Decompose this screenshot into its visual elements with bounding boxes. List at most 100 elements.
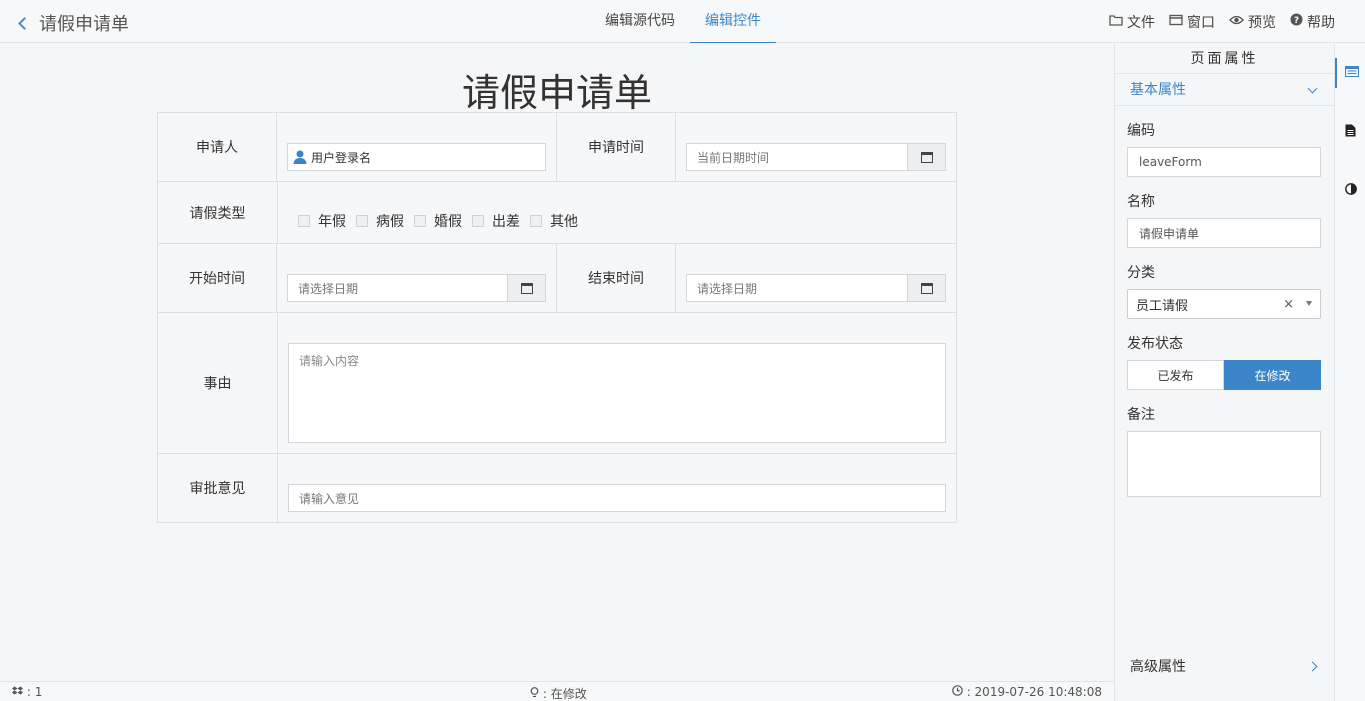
form-row-dates: 开始时间 请选择日期 结束时间 请选择日期: [158, 244, 956, 313]
help-label: 帮助: [1307, 14, 1335, 31]
basic-properties-label: 基本属性: [1130, 82, 1186, 98]
category-field: 分类 员工请假 ×: [1115, 262, 1334, 319]
checkbox-box[interactable]: [472, 215, 484, 227]
name-field: 名称 请假申请单: [1115, 191, 1334, 248]
window-menu-label: 窗口: [1187, 14, 1215, 31]
checkbox-business-trip[interactable]: 出差: [472, 211, 520, 231]
checkbox-label: 其他: [550, 214, 578, 230]
list-icon: [1344, 65, 1359, 81]
svg-text:?: ?: [1294, 16, 1299, 26]
tab-edit-controls[interactable]: 编辑控件: [690, 0, 776, 43]
publish-toggle: 已发布 在修改: [1127, 360, 1321, 390]
applicant-cell: 用户登录名: [277, 113, 557, 181]
user-icon: [292, 149, 308, 165]
chevron-left-icon: [18, 16, 31, 30]
opinion-label: 审批意见: [158, 454, 278, 522]
top-bar: 请假申请单 编辑源代码 编辑控件 文件 窗口 预览 ? 帮助: [0, 0, 1365, 43]
start-time-cell: 请选择日期: [277, 244, 557, 312]
window-icon: [1169, 14, 1183, 30]
remark-label: 备注: [1127, 407, 1155, 423]
checkbox-other[interactable]: 其他: [530, 211, 578, 231]
calendar-button[interactable]: [507, 274, 546, 302]
status-bar: : 1 : 在修改 : 2019-07-26 10:48:08: [0, 681, 1114, 701]
dropbox-icon: [12, 685, 27, 699]
properties-tool-button[interactable]: [1335, 58, 1365, 88]
start-time-picker: 请选择日期: [287, 274, 546, 302]
folder-icon: [1109, 14, 1123, 30]
help-button[interactable]: ? 帮助: [1290, 12, 1335, 32]
end-time-input[interactable]: 请选择日期: [686, 274, 907, 302]
form-row-reason: 事由 请输入内容: [158, 313, 956, 454]
leave-type-label: 请假类型: [158, 182, 278, 243]
form-row-leave-type: 请假类型 年假 病假 婚假 出差 其他: [158, 182, 956, 244]
preview-label: 预览: [1248, 14, 1276, 31]
applicant-label: 申请人: [158, 113, 277, 181]
calendar-button[interactable]: [907, 143, 946, 171]
file-text-icon: [1345, 124, 1356, 141]
help-icon: ?: [1290, 13, 1303, 30]
eye-icon: [1229, 14, 1244, 30]
back-button[interactable]: 请假申请单: [16, 10, 129, 36]
checkbox-box[interactable]: [414, 215, 426, 227]
end-time-picker: 请选择日期: [686, 274, 946, 302]
code-input[interactable]: leaveForm: [1127, 147, 1321, 177]
clear-icon[interactable]: ×: [1283, 297, 1294, 312]
file-menu-label: 文件: [1127, 14, 1155, 31]
category-label: 分类: [1127, 265, 1155, 281]
document-tool-button[interactable]: [1335, 117, 1365, 147]
save-time: : 2019-07-26 10:48:08: [952, 685, 1102, 699]
start-time-label: 开始时间: [158, 244, 277, 312]
window-menu[interactable]: 窗口: [1169, 12, 1215, 32]
chevron-right-icon: [1307, 661, 1318, 672]
design-canvas: 请假申请单 申请人 用户登录名 申请时间 当前日期时间 请假类型 年假 病假 婚…: [0, 44, 1114, 681]
preview-button[interactable]: 预览: [1229, 12, 1276, 32]
code-field: 编码 leaveForm: [1115, 120, 1334, 177]
category-select[interactable]: 员工请假 ×: [1127, 289, 1321, 319]
end-time-cell: 请选择日期: [676, 244, 956, 312]
publish-label: 发布状态: [1127, 336, 1183, 352]
clock-icon: [952, 685, 967, 699]
opinion-input[interactable]: 请输入意见: [288, 484, 946, 512]
name-input[interactable]: 请假申请单: [1127, 218, 1321, 248]
remark-textarea[interactable]: [1127, 431, 1321, 497]
leave-type-cell: 年假 病假 婚假 出差 其他: [278, 182, 956, 243]
published-button[interactable]: 已发布: [1127, 360, 1224, 390]
basic-properties-section[interactable]: 基本属性: [1115, 74, 1334, 106]
checkbox-label: 病假: [376, 214, 404, 230]
checkbox-annual[interactable]: 年假: [298, 211, 346, 231]
checkbox-marriage[interactable]: 婚假: [414, 211, 462, 231]
start-time-input[interactable]: 请选择日期: [287, 274, 507, 302]
publish-field: 发布状态 已发布 在修改: [1115, 333, 1334, 390]
panel-title: 页面属性: [1115, 44, 1334, 74]
file-menu[interactable]: 文件: [1109, 12, 1155, 32]
checkbox-box[interactable]: [298, 215, 310, 227]
advanced-properties-section[interactable]: 高级属性: [1115, 654, 1334, 680]
leave-form: 申请人 用户登录名 申请时间 当前日期时间 请假类型 年假 病假 婚假 出差 其…: [157, 112, 957, 523]
reason-label: 事由: [158, 313, 278, 453]
checkbox-label: 出差: [492, 214, 520, 230]
calendar-button[interactable]: [907, 274, 946, 302]
modifying-button[interactable]: 在修改: [1224, 360, 1321, 390]
applicant-input[interactable]: 用户登录名: [287, 143, 546, 171]
leave-type-checkboxes: 年假 病假 婚假 出差 其他: [288, 211, 588, 231]
calendar-icon: [920, 151, 933, 163]
reason-textarea[interactable]: 请输入内容: [288, 343, 946, 443]
count-prefix: :: [26, 685, 35, 699]
apply-time-label: 申请时间: [557, 113, 676, 181]
side-toolbar: [1334, 44, 1365, 701]
state-prefix: :: [542, 687, 551, 701]
checkbox-box[interactable]: [530, 215, 542, 227]
time-value: 2019-07-26 10:48:08: [974, 685, 1102, 699]
theme-tool-button[interactable]: [1335, 176, 1365, 206]
top-actions: 文件 窗口 预览 ? 帮助: [1095, 0, 1335, 43]
checkbox-sick[interactable]: 病假: [356, 211, 404, 231]
end-time-label: 结束时间: [557, 244, 676, 312]
count-value: 1: [34, 685, 43, 699]
property-panel: 页面属性 基本属性 编码 leaveForm 名称 请假申请单 分类 员工请假 …: [1114, 44, 1334, 701]
apply-time-input[interactable]: 当前日期时间: [686, 143, 907, 171]
contrast-icon: [1344, 183, 1357, 199]
lightbulb-icon: [530, 687, 543, 701]
tab-edit-source[interactable]: 编辑源代码: [590, 0, 690, 43]
caret-down-icon: [1306, 301, 1312, 306]
checkbox-box[interactable]: [356, 215, 368, 227]
